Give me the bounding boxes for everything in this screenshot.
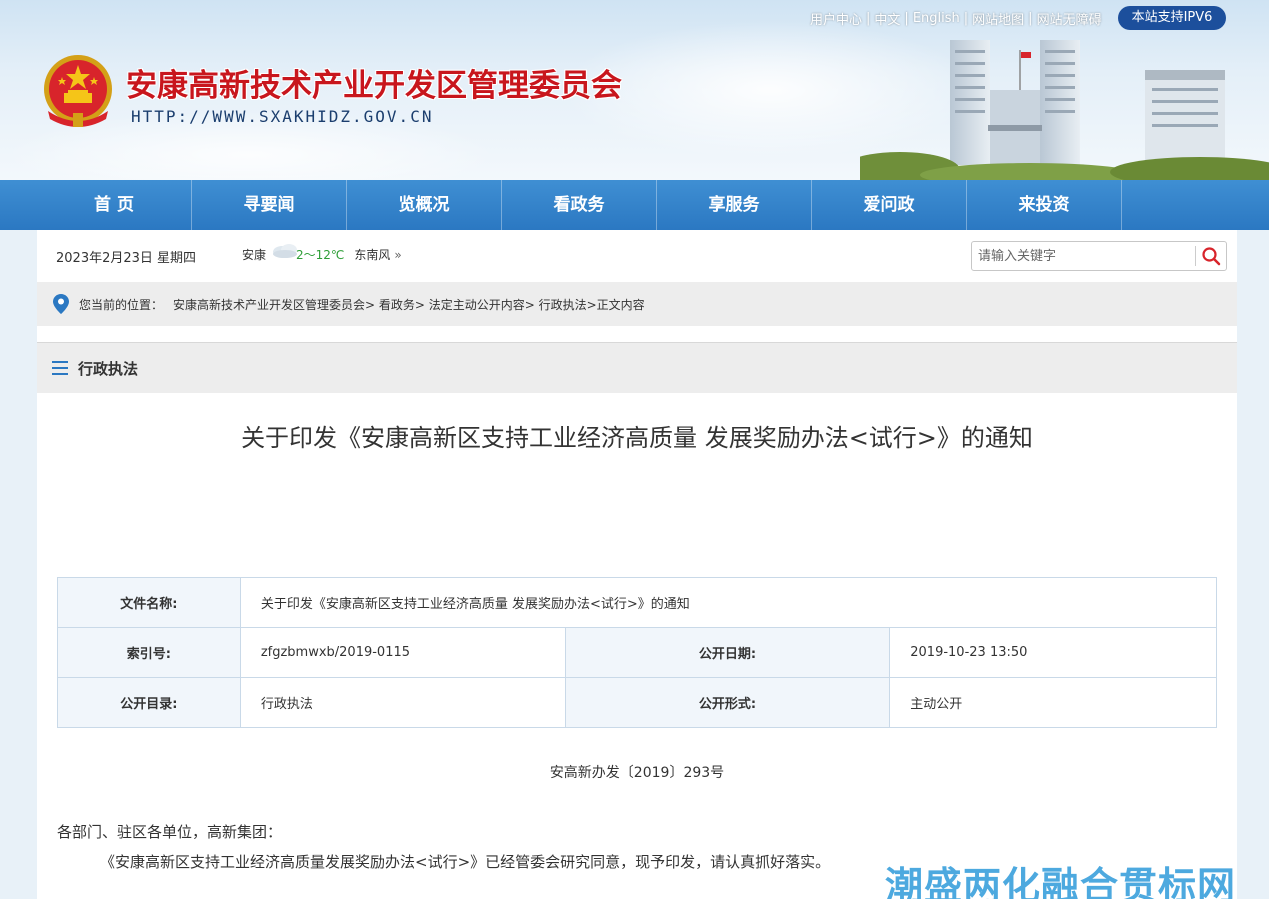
nav-item-home[interactable]: 首 页 (37, 180, 192, 230)
separator: | (963, 10, 969, 26)
weather-wind: 东南风 (354, 248, 391, 262)
table-row: 文件名称: 关于印发《安康高新区支持工业经济高质量 发展奖励办法<试行>》的通知 (57, 577, 1218, 628)
table-row: 索引号: zfgzbmwxb/2019-0115 公开日期: 2019-10-2… (57, 627, 1217, 678)
buildings-illustration (860, 40, 1269, 180)
cloudy-weather-icon (273, 244, 297, 258)
weather-more-icon[interactable]: » (394, 248, 401, 262)
content-panel: 2023年2月23日 星期四 安康 2～12℃ 东南风 » 请输入关键字 您当前… (37, 230, 1237, 899)
top-links: 用户中心 | 中文 | English | 网站地图 | 网站无障碍 (810, 8, 1102, 28)
document-meta-table: 文件名称: 关于印发《安康高新区支持工业经济高质量 发展奖励办法<试行>》的通知… (57, 577, 1218, 728)
ipv6-badge: 本站支持IPV6 (1118, 6, 1226, 30)
weather-widget: 安康 2～12℃ 东南风 » (242, 244, 402, 263)
breadcrumb: 您当前的位置： 安康高新技术产业开发区管理委员会> 看政务> 法定主动公开内容> … (79, 296, 645, 313)
nav-item-government[interactable]: 看政务 (502, 180, 657, 230)
file-name-label: 文件名称: (57, 577, 241, 628)
document-number: 安高新办发〔2019〕293号 (549, 765, 725, 781)
form-value: 主动公开 (889, 677, 1217, 728)
pub-date-label: 公开日期: (564, 627, 891, 678)
separator: | (904, 10, 909, 26)
weather-temperature: 2～12℃ (296, 248, 345, 262)
table-row: 公开目录: 行政执法 公开形式: 主动公开 (57, 677, 1217, 728)
article-title: 关于印发《安康高新区支持工业经济高质量 发展奖励办法<试行>》的通知 (241, 424, 1033, 452)
form-label: 公开形式: (564, 677, 891, 728)
site-title: 安康高新技术产业开发区管理委员会 (126, 68, 622, 104)
separator: | (1028, 10, 1033, 26)
sitemap-link[interactable]: 网站地图 (972, 9, 1024, 28)
nav-item-overview[interactable]: 览概况 (347, 180, 502, 230)
menu-lines-icon (52, 361, 68, 375)
national-emblem-icon (44, 55, 112, 127)
file-name-value: 关于印发《安康高新区支持工业经济高质量 发展奖励办法<试行>》的通知 (239, 577, 1218, 628)
breadcrumb-bar: 您当前的位置： 安康高新技术产业开发区管理委员会> 看政务> 法定主动公开内容> … (37, 282, 1237, 326)
accessibility-link[interactable]: 网站无障碍 (1037, 9, 1102, 28)
nav-item-services[interactable]: 享服务 (657, 180, 812, 230)
index-value: zfgzbmwxb/2019-0115 (239, 627, 566, 678)
index-label: 索引号: (57, 627, 241, 678)
site-header: 安康高新技术产业开发区管理委员会 HTTP://WWW.SXAKHIDZ.GOV… (0, 0, 1269, 180)
nav-item-inquiry[interactable]: 爱问政 (812, 180, 967, 230)
search-input[interactable] (978, 246, 1188, 266)
info-bar: 2023年2月23日 星期四 安康 2～12℃ 东南风 » (37, 230, 1237, 282)
english-link[interactable]: English (913, 11, 960, 26)
site-url: HTTP://WWW.SXAKHIDZ.GOV.CN (131, 107, 434, 126)
main-nav: 首 页 寻要闻 览概况 看政务 享服务 爱问政 来投资 (0, 180, 1269, 230)
section-title: 行政执法 (78, 360, 139, 378)
catalog-value: 行政执法 (239, 677, 566, 728)
nav-item-news[interactable]: 寻要闻 (192, 180, 347, 230)
article-salutation: 各部门、驻区各单位，高新集团： (57, 823, 283, 841)
pub-date-value: 2019-10-23 13:50 (889, 627, 1217, 678)
location-pin-icon (53, 294, 69, 314)
weather-city: 安康 (242, 248, 267, 262)
search-divider (1195, 246, 1196, 266)
watermark: 潮盛两化融合贯标网 (885, 864, 1237, 899)
catalog-label: 公开目录: (57, 677, 241, 728)
search-box (971, 241, 1227, 271)
breadcrumb-label: 您当前的位置： (79, 298, 164, 312)
separator: | (866, 10, 871, 26)
user-center-link[interactable]: 用户中心 (810, 9, 862, 28)
nav-item-investment[interactable]: 来投资 (967, 180, 1122, 230)
section-header: 行政执法 (37, 342, 1237, 393)
search-icon[interactable] (1200, 245, 1222, 267)
chinese-link[interactable]: 中文 (874, 9, 900, 28)
article-paragraph: 《安康高新区支持工业经济高质量发展奖励办法<试行>》已经管委会研究同意，现予印发… (100, 853, 831, 871)
breadcrumb-path[interactable]: 安康高新技术产业开发区管理委员会> 看政务> 法定主动公开内容> 行政执法>正文… (173, 298, 645, 312)
current-date: 2023年2月23日 星期四 (56, 251, 197, 266)
